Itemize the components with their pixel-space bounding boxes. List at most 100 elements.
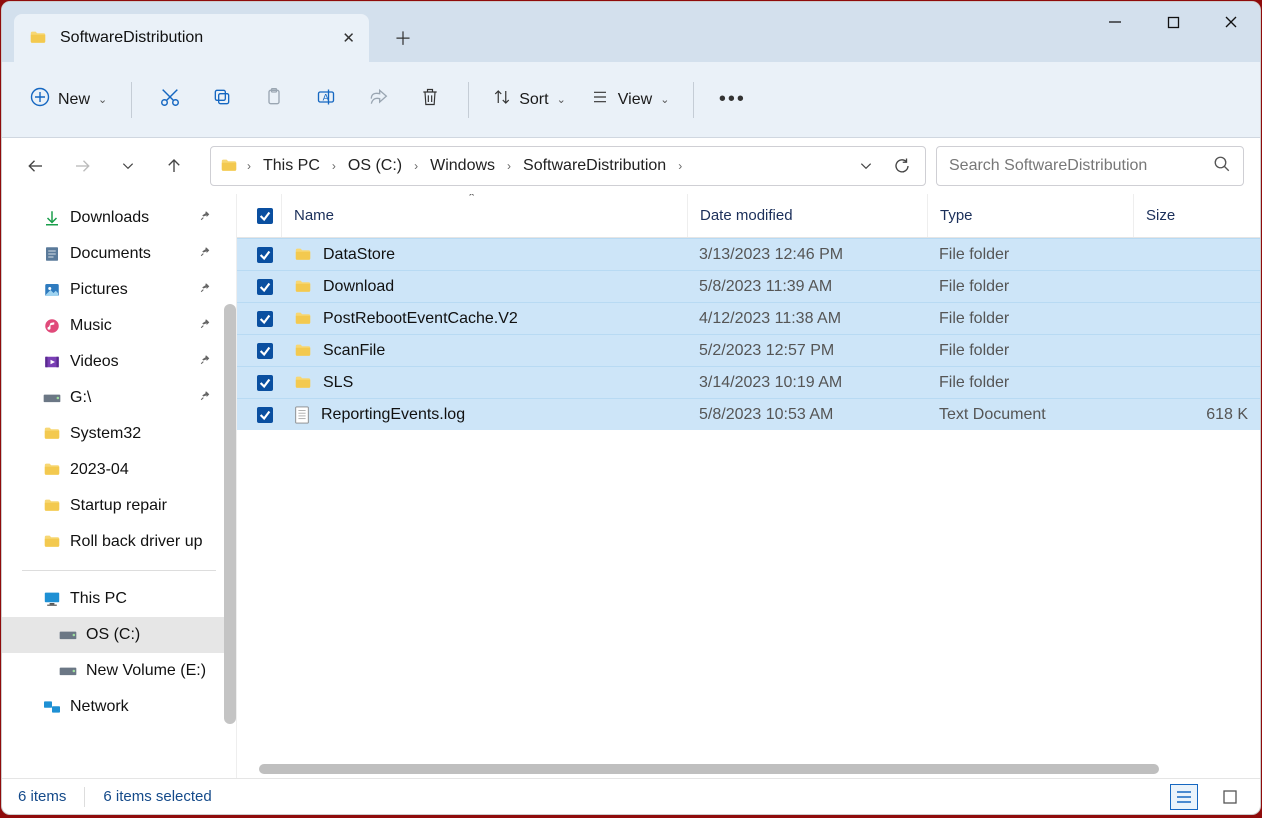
row-checkbox[interactable]: [249, 279, 281, 295]
folder-icon: [42, 460, 62, 480]
file-name: Download: [323, 278, 394, 296]
horizontal-scrollbar[interactable]: [237, 760, 1260, 778]
sidebar-item[interactable]: Pictures: [2, 272, 236, 308]
sidebar-scrollbar[interactable]: [224, 304, 236, 724]
sidebar-item[interactable]: 2023-04: [2, 452, 236, 488]
refresh-button[interactable]: [887, 157, 917, 175]
sidebar-item-label: Videos: [70, 353, 119, 371]
sidebar-item[interactable]: Roll back driver up: [2, 524, 236, 560]
file-row[interactable]: Download 5/8/2023 11:39 AM File folder: [237, 270, 1260, 302]
file-type: File folder: [927, 278, 1133, 296]
share-button[interactable]: [354, 80, 402, 120]
column-header-size[interactable]: Size: [1133, 194, 1260, 237]
select-all-checkbox[interactable]: [249, 208, 281, 224]
video-icon: [42, 352, 62, 372]
minimize-button[interactable]: [1086, 2, 1144, 42]
rename-button[interactable]: A: [302, 80, 350, 120]
music-icon: [42, 316, 62, 336]
view-label: View: [618, 91, 652, 109]
row-checkbox[interactable]: [249, 375, 281, 391]
folder-icon: [293, 247, 313, 263]
thumbnails-view-button[interactable]: [1216, 784, 1244, 810]
address-bar[interactable]: › This PC › OS (C:) › Windows › Software…: [210, 146, 926, 186]
cut-button[interactable]: [146, 80, 194, 120]
sidebar-item[interactable]: This PC: [2, 581, 236, 617]
more-button[interactable]: •••: [708, 80, 756, 120]
folder-icon: [42, 532, 62, 552]
column-header-date[interactable]: Date modified: [687, 194, 927, 237]
row-checkbox[interactable]: [249, 407, 281, 423]
sidebar-item[interactable]: Music: [2, 308, 236, 344]
search-input[interactable]: [949, 157, 1213, 175]
osd-icon: [58, 625, 78, 645]
new-tab-button[interactable]: ＋: [383, 18, 423, 58]
close-window-button[interactable]: [1202, 2, 1260, 42]
search-icon[interactable]: [1213, 155, 1231, 178]
selection-count: 6 items selected: [103, 788, 211, 805]
body: DownloadsDocumentsPicturesMusic Videos G:\…: [2, 194, 1260, 778]
maximize-button[interactable]: [1144, 2, 1202, 42]
address-dropdown-button[interactable]: [851, 159, 881, 173]
breadcrumb-os-c[interactable]: OS (C:): [344, 155, 406, 177]
sidebar-item-label: System32: [70, 425, 141, 443]
forward-button[interactable]: [64, 148, 100, 184]
sidebar-item-label: Roll back driver up: [70, 533, 203, 551]
window-tab[interactable]: SoftwareDistribution ✕: [14, 14, 369, 62]
search-box[interactable]: [936, 146, 1244, 186]
sidebar-item[interactable]: Documents: [2, 236, 236, 272]
sidebar-item[interactable]: System32: [2, 416, 236, 452]
file-row[interactable]: SLS 3/14/2023 10:19 AM File folder: [237, 366, 1260, 398]
chevron-right-icon[interactable]: ›: [412, 159, 420, 173]
recent-locations-button[interactable]: [110, 148, 146, 184]
copy-icon: [212, 87, 232, 112]
chevron-right-icon[interactable]: ›: [330, 159, 338, 173]
file-row[interactable]: ScanFile 5/2/2023 12:57 PM File folder: [237, 334, 1260, 366]
file-name: ScanFile: [323, 342, 385, 360]
file-name: DataStore: [323, 246, 395, 264]
row-checkbox[interactable]: [249, 343, 281, 359]
sidebar-item[interactable]: Network: [2, 689, 236, 725]
share-icon: [368, 87, 388, 112]
sidebar-item-label: New Volume (E:): [86, 662, 206, 680]
breadcrumb-softwaredistribution[interactable]: SoftwareDistribution: [519, 155, 670, 177]
view-button[interactable]: View ⌄: [580, 80, 680, 120]
up-button[interactable]: [156, 148, 192, 184]
chevron-right-icon[interactable]: ›: [245, 159, 253, 173]
sidebar-item-label: G:\: [70, 389, 91, 407]
column-header-name[interactable]: Name: [281, 194, 687, 237]
navigation-sidebar: DownloadsDocumentsPicturesMusic Videos G:\…: [2, 194, 236, 778]
toolbar: New ⌄ A Sort ⌄ View ⌄ •••: [2, 62, 1260, 138]
close-tab-icon[interactable]: ✕: [342, 29, 355, 47]
list-icon: [590, 89, 610, 110]
sidebar-item[interactable]: Videos: [2, 344, 236, 380]
sidebar-item[interactable]: OS (C:): [2, 617, 236, 653]
sort-button[interactable]: Sort ⌄: [483, 80, 576, 120]
sidebar-item[interactable]: Downloads: [2, 200, 236, 236]
file-type: File folder: [927, 310, 1133, 328]
tab-title: SoftwareDistribution: [60, 29, 203, 47]
file-type: Text Document: [927, 406, 1133, 424]
paste-button[interactable]: [250, 80, 298, 120]
new-button[interactable]: New ⌄: [20, 80, 117, 120]
drive-icon: [42, 388, 62, 408]
column-header-type[interactable]: Type: [927, 194, 1133, 237]
file-row[interactable]: DataStore 3/13/2023 12:46 PM File folder: [237, 238, 1260, 270]
file-row[interactable]: ReportingEvents.log 5/8/2023 10:53 AM Te…: [237, 398, 1260, 430]
chevron-right-icon[interactable]: ›: [505, 159, 513, 173]
copy-button[interactable]: [198, 80, 246, 120]
breadcrumb-windows[interactable]: Windows: [426, 155, 499, 177]
navigation-row: › This PC › OS (C:) › Windows › Software…: [2, 138, 1260, 194]
file-row[interactable]: PostRebootEventCache.V2 4/12/2023 11:38 …: [237, 302, 1260, 334]
sidebar-item[interactable]: G:\: [2, 380, 236, 416]
chevron-right-icon[interactable]: ›: [676, 159, 684, 173]
file-type: File folder: [927, 374, 1133, 392]
back-button[interactable]: [18, 148, 54, 184]
row-checkbox[interactable]: [249, 311, 281, 327]
sidebar-item[interactable]: Startup repair: [2, 488, 236, 524]
sidebar-item[interactable]: New Volume (E:): [2, 653, 236, 689]
details-view-button[interactable]: [1170, 784, 1198, 810]
row-checkbox[interactable]: [249, 247, 281, 263]
breadcrumb-this-pc[interactable]: This PC: [259, 155, 324, 177]
new-label: New: [58, 91, 90, 109]
delete-button[interactable]: [406, 80, 454, 120]
